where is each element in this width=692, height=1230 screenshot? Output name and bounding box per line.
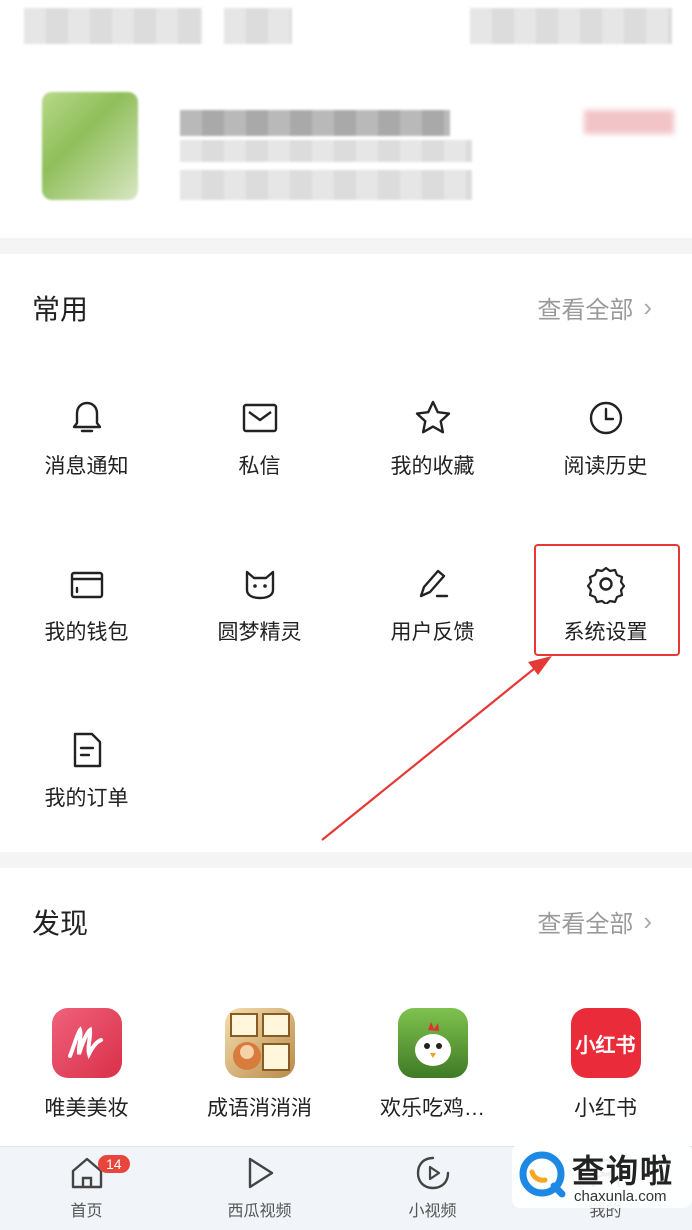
mail-icon <box>242 403 277 433</box>
watermark-title: 查询啦 <box>572 1153 675 1189</box>
app-label: 小红书 <box>574 1097 637 1120</box>
document-icon <box>73 732 101 768</box>
status-bar-blurred-right <box>470 8 672 44</box>
profile-badge-blurred <box>584 110 674 134</box>
tab-label: 首页 <box>70 1203 103 1220</box>
cat-face-icon <box>245 570 274 600</box>
see-all-label: 查看全部 <box>537 911 634 938</box>
tab-label: 西瓜视频 <box>227 1203 292 1220</box>
bell-icon <box>72 401 101 433</box>
tool-orders[interactable]: 我的订单 <box>0 730 173 812</box>
section-divider <box>0 238 692 254</box>
section-title-discover: 发现 <box>32 908 89 939</box>
short-video-icon <box>416 1156 449 1190</box>
see-all-discover-link[interactable]: 查看全部 › <box>537 904 652 939</box>
status-bar-blurred-middle <box>224 8 292 44</box>
chevron-right-icon: › <box>643 906 652 936</box>
app-chicken-game[interactable]: 欢乐吃鸡… <box>346 1008 519 1122</box>
tool-feedback[interactable]: 用户反馈 <box>346 564 519 646</box>
tool-label: 圆梦精灵 <box>217 621 302 644</box>
idiom-game-icon <box>224 1008 295 1078</box>
tab-short-video[interactable]: 小视频 <box>346 1147 519 1230</box>
app-idiom-game[interactable]: 成语消消消 <box>173 1008 346 1122</box>
tool-wallet[interactable]: 我的钱包 <box>0 564 173 646</box>
profile-info-blurred <box>180 140 472 162</box>
chevron-right-icon: › <box>643 292 652 322</box>
app-label: 唯美美妆 <box>44 1097 129 1120</box>
profile-info-blurred-2 <box>180 170 472 200</box>
notification-badge: 14 <box>98 1155 130 1173</box>
tab-home[interactable]: 14 首页 <box>0 1147 173 1230</box>
pen-icon <box>419 569 448 598</box>
app-weimei-makeup[interactable]: 唯美美妆 <box>0 1008 173 1122</box>
settings-highlight-box <box>534 544 680 656</box>
magnifier-logo-icon <box>519 1151 566 1198</box>
play-icon <box>248 1157 273 1189</box>
tool-label: 我的钱包 <box>44 621 129 644</box>
tool-reading-history[interactable]: 阅读历史 <box>519 398 692 480</box>
status-bar-blurred-left <box>24 8 202 44</box>
tool-private-message[interactable]: 私信 <box>173 398 346 480</box>
tool-label: 私信 <box>238 455 281 478</box>
tab-label: 小视频 <box>408 1203 457 1220</box>
app-label: 欢乐吃鸡… <box>380 1097 485 1120</box>
tool-label: 消息通知 <box>44 455 129 478</box>
weimei-app-icon <box>51 1008 122 1078</box>
clock-icon <box>589 401 622 435</box>
app-xiaohongshu[interactable]: 小红书 小红书 <box>519 1008 692 1122</box>
wallet-icon <box>70 571 103 599</box>
username-blurred <box>180 110 450 136</box>
watermark: 查询啦 chaxunla.com <box>512 1144 692 1208</box>
star-icon <box>415 400 450 434</box>
tool-label: 阅读历史 <box>563 455 648 478</box>
tool-label: 用户反馈 <box>390 621 475 644</box>
see-all-label: 查看全部 <box>537 297 634 324</box>
section-title-common: 常用 <box>32 294 89 325</box>
app-label: 成语消消消 <box>207 1097 312 1120</box>
see-all-common-link[interactable]: 查看全部 › <box>537 290 652 325</box>
xiaohongshu-icon: 小红书 <box>570 1008 641 1078</box>
watermark-url: chaxunla.com <box>574 1188 667 1205</box>
avatar[interactable] <box>42 92 138 200</box>
section-divider <box>0 852 692 868</box>
tool-favorites[interactable]: 我的收藏 <box>346 398 519 480</box>
tool-label: 我的订单 <box>44 787 129 810</box>
tool-dream-sprite[interactable]: 圆梦精灵 <box>173 564 346 646</box>
chicken-game-icon <box>397 1008 468 1078</box>
tab-xigua-video[interactable]: 西瓜视频 <box>173 1147 346 1230</box>
tool-label: 我的收藏 <box>390 455 475 478</box>
tool-notifications[interactable]: 消息通知 <box>0 398 173 480</box>
